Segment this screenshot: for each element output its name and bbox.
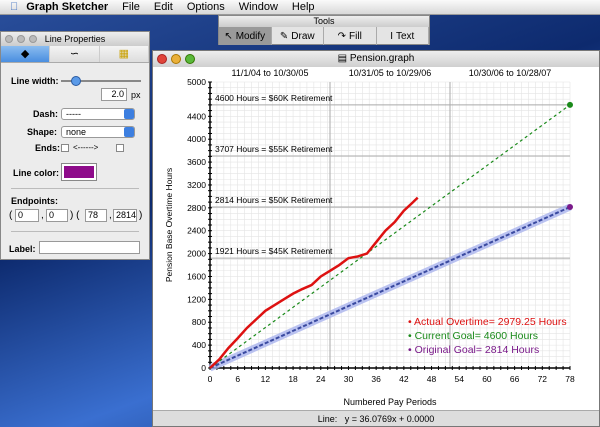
menu-bar:  Graph Sketcher File Edit Options Windo… <box>0 0 600 15</box>
fill-tool-button[interactable]: ↷ Fill <box>324 27 377 45</box>
panel-title: Line Properties <box>44 34 106 44</box>
menu-options[interactable]: Options <box>187 1 225 13</box>
shape-select[interactable]: none <box>61 126 135 138</box>
window-title: Pension.graph <box>349 53 415 64</box>
tools-palette: Tools ↖ Modify ✎ Draw ↷ Fill I Text <box>218 15 430 45</box>
menu-help[interactable]: Help <box>292 1 315 13</box>
paren: ) <box>139 210 143 221</box>
minimize-button[interactable] <box>171 54 181 64</box>
label-label: Label: <box>9 244 36 254</box>
start-end-checkbox[interactable] <box>61 144 69 152</box>
zoom-button[interactable] <box>29 35 37 43</box>
chevron-updown-icon <box>124 109 134 119</box>
shape-label: Shape: <box>27 127 58 137</box>
fill-icon: ↷ <box>337 30 347 42</box>
line-width-label: Line width: <box>11 76 59 86</box>
menu-edit[interactable]: Edit <box>154 1 173 13</box>
chevron-updown-icon <box>124 127 134 137</box>
tab-axis-icon[interactable]: ∽ <box>50 46 100 62</box>
text-tool-button[interactable]: I Text <box>377 27 429 45</box>
endpoints-label: Endpoints: <box>11 196 58 206</box>
arrow-icon: ↖ <box>224 30 233 42</box>
tab-line-icon[interactable]: ◆ <box>1 46 51 62</box>
line-width-slider[interactable] <box>61 76 141 86</box>
endpoint-y1[interactable]: 0 <box>46 209 68 222</box>
dash-select[interactable]: ----- <box>61 108 135 120</box>
zoom-button[interactable] <box>185 54 195 64</box>
pencil-icon: ✎ <box>279 30 289 42</box>
endpoint-x1[interactable]: 0 <box>15 209 39 222</box>
dash-label: Dash: <box>33 109 59 119</box>
paren: ) ( <box>70 210 80 221</box>
comma: , <box>109 210 112 221</box>
minimize-button[interactable] <box>17 35 25 43</box>
paren: ( <box>9 210 13 221</box>
modify-tool-button[interactable]: ↖ Modify <box>219 27 272 45</box>
finish-end-checkbox[interactable] <box>116 144 124 152</box>
tools-title: Tools <box>219 16 429 27</box>
endpoint-x2[interactable]: 78 <box>85 209 107 222</box>
endpoint-y2[interactable]: 2814 <box>113 209 137 222</box>
menu-file[interactable]: File <box>122 1 140 13</box>
line-equation: y = 36.0769x + 0.0000 <box>344 414 435 424</box>
draw-tool-button[interactable]: ✎ Draw <box>272 27 324 45</box>
line-properties-panel: Line Properties ◆ ∽ ▦ Line width: 2.0 px… <box>0 31 150 260</box>
line-color-well[interactable] <box>61 163 97 181</box>
line-color-label: Line color: <box>13 168 60 178</box>
tab-grid-icon[interactable]: ▦ <box>100 46 149 62</box>
document-icon: ▤ <box>337 53 350 64</box>
text-cursor-icon: I <box>390 30 393 42</box>
close-button[interactable] <box>5 35 13 43</box>
apple-icon[interactable]:  <box>10 1 18 13</box>
px-unit: px <box>131 90 141 100</box>
graph-window: ▤ Pension.graph Line: y = 36.0769x + 0.0… <box>152 50 600 427</box>
menu-window[interactable]: Window <box>239 1 278 13</box>
ends-label: Ends: <box>35 143 61 153</box>
comma: , <box>41 210 44 221</box>
line-width-field[interactable]: 2.0 <box>101 88 127 101</box>
menu-app[interactable]: Graph Sketcher <box>26 1 108 13</box>
label-field[interactable] <box>39 241 140 254</box>
ends-arrow: <------> <box>73 143 99 152</box>
close-button[interactable] <box>157 54 167 64</box>
status-bar: Line: y = 36.0769x + 0.0000 <box>153 410 599 426</box>
